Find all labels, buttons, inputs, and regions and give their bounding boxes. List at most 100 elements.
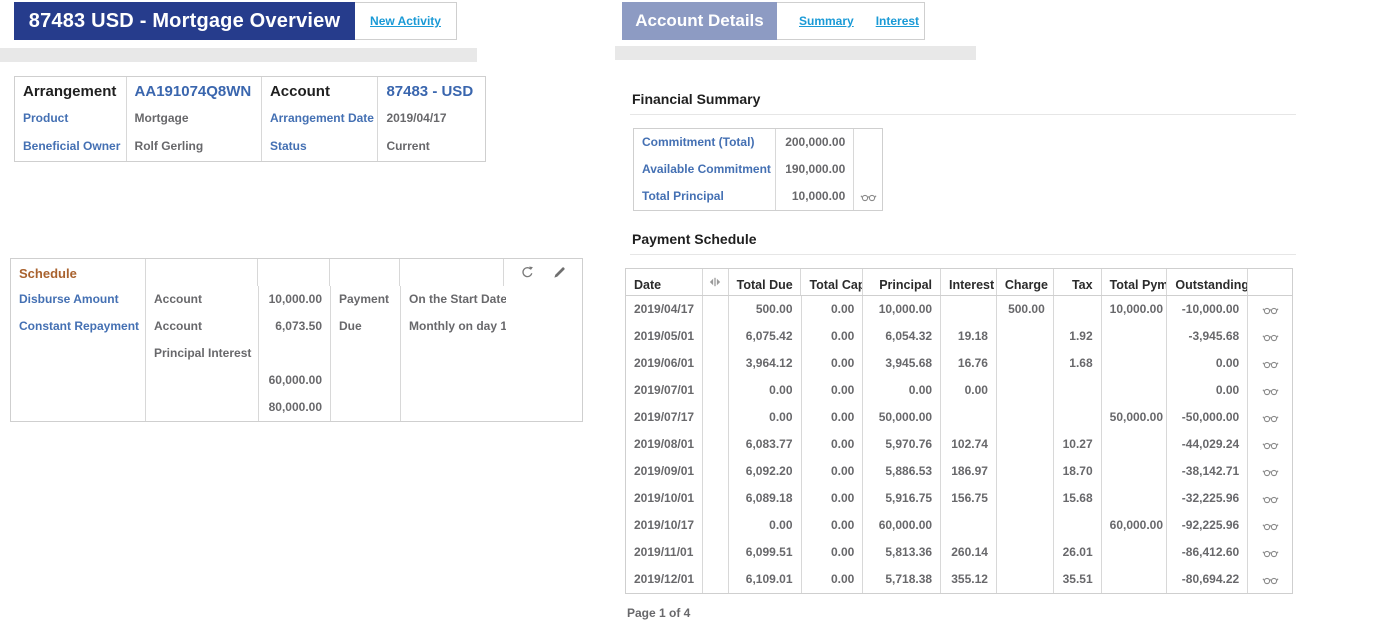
amount-cell: 60,000.00 — [1102, 512, 1168, 539]
right-scrollbar-track[interactable] — [615, 46, 976, 60]
amount-cell: -50,000.00 — [1167, 404, 1248, 431]
tab-interest[interactable]: Interest — [876, 14, 919, 28]
schedule-row-value: 80,000.00 — [259, 394, 331, 421]
amount-cell — [1102, 566, 1168, 593]
amount-cell — [997, 350, 1054, 377]
view-cell — [1248, 485, 1292, 512]
view-details-icon[interactable] — [858, 187, 878, 207]
field-label: Total Principal — [634, 183, 776, 210]
amount-cell: 35.51 — [1054, 566, 1102, 593]
table-row: Disburse AmountAccount10,000.00PaymentOn… — [11, 286, 582, 313]
view-details-icon[interactable] — [1260, 435, 1280, 455]
date-cell: 2019/07/17 — [626, 404, 703, 431]
amount-cell: -38,142.71 — [1167, 458, 1248, 485]
spacer-cell — [703, 350, 729, 377]
tab-summary[interactable]: Summary — [799, 14, 854, 28]
amount-cell: 3,964.12 — [729, 350, 802, 377]
new-activity-link[interactable]: New Activity — [355, 3, 456, 39]
field-label: Status — [262, 133, 379, 161]
view-details-icon[interactable] — [1260, 570, 1280, 590]
table-row: 2019/07/010.000.000.000.000.00 — [626, 377, 1292, 404]
view-details-icon[interactable] — [1260, 300, 1280, 320]
amount-cell — [941, 296, 997, 323]
schedule-row-value — [146, 367, 259, 394]
page-title: 87483 USD - Mortgage Overview — [14, 2, 355, 40]
amount-cell: 0.00 — [802, 350, 864, 377]
column-resize-icon[interactable] — [705, 272, 725, 292]
field-value: 87483 - USD — [378, 77, 485, 105]
schedule-row-value — [401, 394, 506, 421]
schedule-row-label — [11, 394, 146, 421]
view-details-icon[interactable] — [1260, 354, 1280, 374]
table-row: 60,000.00 — [11, 367, 582, 394]
amount-cell — [941, 404, 997, 431]
column-header: Principal — [863, 269, 941, 295]
amount-cell: 500.00 — [729, 296, 802, 323]
view-details-icon[interactable] — [1260, 462, 1280, 482]
view-details-icon[interactable] — [1260, 543, 1280, 563]
table-row: ProductMortgageArrangement Date2019/04/1… — [15, 105, 485, 133]
schedule-row-value: Account — [146, 286, 259, 313]
edit-icon[interactable] — [549, 263, 569, 283]
amount-cell — [1102, 458, 1168, 485]
schedule-row-value — [331, 394, 401, 421]
amount-cell — [997, 404, 1054, 431]
amount-cell — [997, 539, 1054, 566]
amount-cell — [1054, 296, 1102, 323]
amount-cell — [997, 431, 1054, 458]
financial-summary-heading: Financial Summary — [630, 91, 1296, 115]
amount-cell: 60,000.00 — [863, 512, 941, 539]
table-row: 2019/09/016,092.200.005,886.53186.9718.7… — [626, 458, 1292, 485]
field-label: Available Commitment — [634, 156, 776, 183]
view-cell — [1248, 296, 1292, 323]
table-row: Constant RepaymentAccount6,073.50DueMont… — [11, 313, 582, 340]
schedule-row-value — [331, 367, 401, 394]
tab-account-details[interactable]: Account Details — [622, 2, 777, 40]
schedule-row-value: Principal Interest — [146, 340, 259, 367]
table-row: ArrangementAA191074Q8WNAccount87483 - US… — [15, 77, 485, 105]
amount-cell: 0.00 — [802, 296, 864, 323]
schedule-row-value: 6,073.50 — [259, 313, 331, 340]
view-details-icon[interactable] — [1260, 381, 1280, 401]
amount-cell: 5,886.53 — [863, 458, 941, 485]
amount-cell: 0.00 — [729, 512, 802, 539]
amount-cell: 10,000.00 — [1102, 296, 1168, 323]
view-details-icon[interactable] — [1260, 327, 1280, 347]
view-cell — [1248, 404, 1292, 431]
view-details-icon[interactable] — [1260, 516, 1280, 536]
field-value: 2019/04/17 — [378, 105, 485, 133]
amount-cell: 10,000.00 — [863, 296, 941, 323]
column-header: Total Due — [729, 269, 802, 295]
field-label: Arrangement Date — [262, 105, 379, 133]
amount-cell: 0.00 — [802, 485, 864, 512]
table-row: 2019/11/016,099.510.005,813.36260.1426.0… — [626, 539, 1292, 566]
amount-cell: 0.00 — [802, 512, 864, 539]
field-value: 190,000.00 — [776, 156, 854, 183]
refresh-icon[interactable] — [517, 263, 537, 283]
column-header: Tax — [1054, 269, 1102, 295]
view-cell — [1248, 458, 1292, 485]
pagination: Page 1 of 4 — [627, 606, 690, 620]
view-details-icon[interactable] — [1260, 408, 1280, 428]
schedule-row-label — [11, 340, 146, 367]
schedule-row-label — [11, 367, 146, 394]
amount-cell: 0.00 — [802, 539, 864, 566]
amount-cell — [1102, 485, 1168, 512]
amount-cell: 10.27 — [1054, 431, 1102, 458]
amount-cell: 5,813.36 — [863, 539, 941, 566]
overview-header: 87483 USD - Mortgage Overview New Activi… — [14, 2, 457, 40]
spacer-cell — [258, 259, 330, 286]
schedule-row-value — [146, 394, 259, 421]
schedule-row-value — [401, 340, 506, 367]
column-header: Interest — [941, 269, 997, 295]
amount-cell: 500.00 — [997, 296, 1054, 323]
payment-schedule-heading: Payment Schedule — [630, 231, 1296, 255]
amount-cell: 6,109.01 — [729, 566, 802, 593]
spacer-cell — [703, 458, 729, 485]
amount-cell: 16.76 — [941, 350, 997, 377]
spacer-cell — [703, 566, 729, 593]
amount-cell: 19.18 — [941, 323, 997, 350]
view-details-icon[interactable] — [1260, 489, 1280, 509]
amount-cell — [1054, 404, 1102, 431]
left-scrollbar-track[interactable] — [0, 48, 477, 62]
